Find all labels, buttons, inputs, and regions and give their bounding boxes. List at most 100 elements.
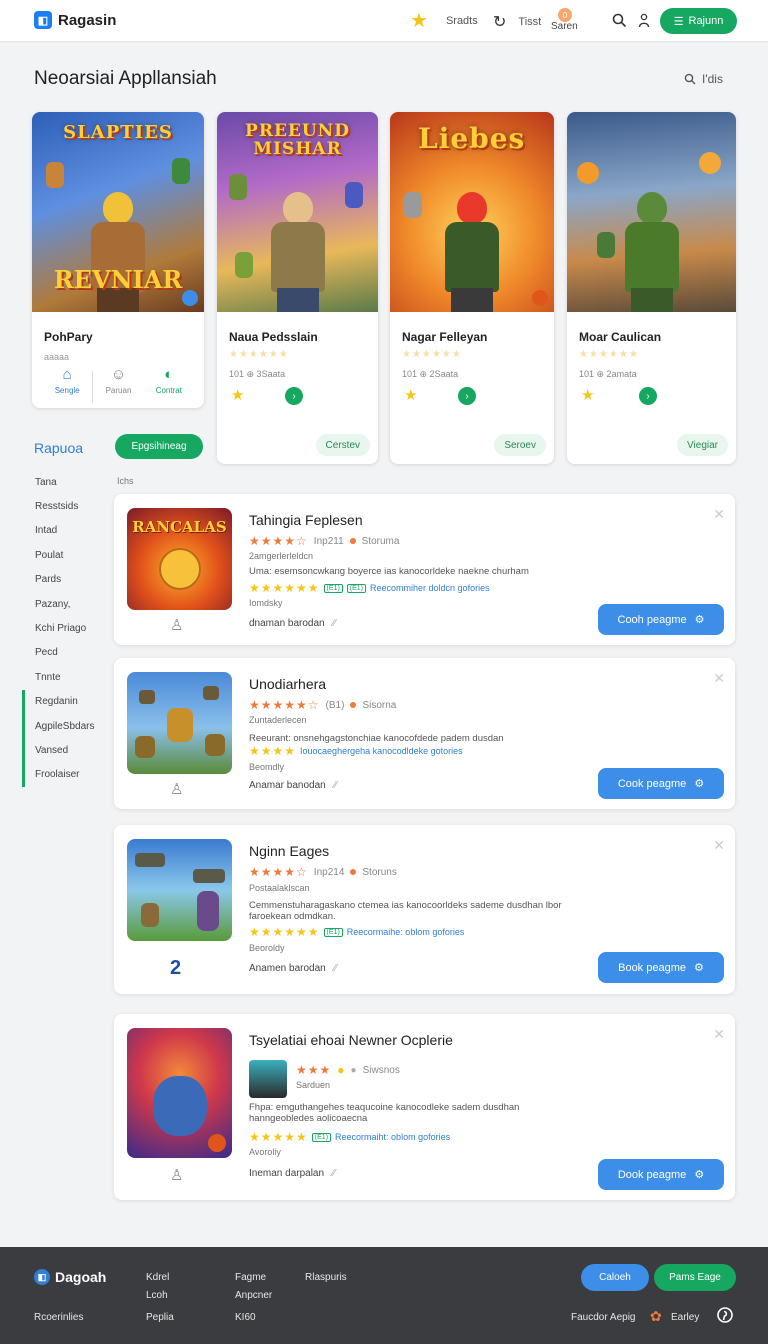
character-figure xyxy=(597,232,615,258)
result-row[interactable]: 2 Nginn Eages ★★★★☆ Inp214 Storuns Posta… xyxy=(114,825,735,994)
art-title: SLAPTIES xyxy=(63,122,173,143)
sidebar-item[interactable]: Intad xyxy=(22,519,112,543)
row-category: Iomdsky xyxy=(249,598,283,608)
result-row[interactable]: ♙ Unodiarhera ★★★★★☆ (B1) Sisorna Zuntad… xyxy=(114,658,735,809)
featured-card[interactable]: PREEUND MISHAR Naua Pedsslain ★★★★★★ 101… xyxy=(217,112,378,464)
row-tag-text[interactable]: Reecommiher doldcn gofories xyxy=(370,583,490,593)
game-thumbnail xyxy=(127,1028,232,1158)
favorite-star-icon[interactable]: ★ xyxy=(231,386,244,404)
aircraft-figure xyxy=(193,869,225,883)
game-meta: 101 ⊕ 2amata xyxy=(579,369,637,379)
footer-link[interactable]: Anpcner xyxy=(235,1290,272,1301)
footer-link[interactable]: Peplia xyxy=(146,1312,174,1323)
hero-figure xyxy=(197,891,219,931)
tab-paruan[interactable]: ☺ Paruan xyxy=(93,367,143,407)
close-icon[interactable]: ✕ xyxy=(713,506,725,523)
footer-logo[interactable]: ◧ Dagoah xyxy=(34,1269,106,1285)
hero-figure xyxy=(617,192,687,312)
sidebar-item-active[interactable]: Vansed xyxy=(22,738,112,763)
footer-link[interactable]: Fagme xyxy=(235,1272,266,1283)
result-row[interactable]: ♙ Tsyelatiai ehoai Newner Ocplerie ★★★ ●… xyxy=(114,1014,735,1200)
notification-badge[interactable]: 0 xyxy=(558,8,572,22)
contrast-icon: ◐ xyxy=(164,366,174,383)
row-description: Fhpa: emguthangehes teaqucoine kanocodle… xyxy=(249,1102,520,1124)
featured-card[interactable]: SLAPTIES REVNIAR PohPary aaaaa ⌂ Sengle … xyxy=(32,112,204,408)
user-icon[interactable] xyxy=(638,13,650,32)
footer-social-label[interactable]: Earley xyxy=(671,1312,699,1323)
sidebar-item-active[interactable]: Regdanin xyxy=(22,689,112,714)
game-art xyxy=(567,112,736,312)
sidebar-item[interactable]: Pecd xyxy=(22,641,112,665)
row-title[interactable]: Nginn Eages xyxy=(249,843,329,859)
row-action-button[interactable]: Book peagme ⚙ xyxy=(598,952,724,983)
art-title: Liebes xyxy=(418,122,526,155)
pinterest-icon[interactable] xyxy=(717,1307,733,1326)
author-name[interactable]: dnaman barodan xyxy=(249,618,325,629)
rajunn-button[interactable]: ☰ Rajunn xyxy=(660,8,737,34)
result-row[interactable]: RANCALAS ♙ Tahingia Feplesen ★★★★☆ Inp21… xyxy=(114,494,735,645)
row-action-button[interactable]: Dook peagme ⚙ xyxy=(598,1159,724,1190)
app-logo[interactable]: ◧ Ragasin xyxy=(34,11,116,29)
footer-link[interactable]: KI60 xyxy=(235,1312,256,1323)
favorite-star-icon[interactable]: ★ xyxy=(404,386,417,404)
nav-tisst[interactable]: ↻ Tisst xyxy=(493,12,541,32)
card-action-pill[interactable]: Cerstev xyxy=(315,434,370,456)
sidebar-item[interactable]: Tnnte xyxy=(22,665,112,689)
tab-sengle[interactable]: ⌂ Sengle xyxy=(42,367,92,407)
sidebar-item-active[interactable]: AgpileSbdars xyxy=(22,713,112,739)
footer-link[interactable]: Kdrel xyxy=(146,1272,169,1283)
author-name[interactable]: Ineman darpalan xyxy=(249,1168,324,1179)
search-icon[interactable] xyxy=(612,13,627,32)
row-tag-text[interactable]: Reecormaiht: oblom gofories xyxy=(335,1132,450,1142)
close-icon[interactable]: ✕ xyxy=(713,1026,725,1043)
sidebar-item[interactable]: Pards xyxy=(22,568,112,592)
sidebar-item[interactable]: Kchi Priago xyxy=(22,616,112,640)
author-name[interactable]: Anamar banodan xyxy=(249,780,326,791)
sidebar-item-active[interactable]: Froolaiser xyxy=(22,762,112,788)
tab-paruan-label: Paruan xyxy=(105,386,132,395)
author-name[interactable]: Anamen barodan xyxy=(249,963,326,974)
card-action-pill[interactable]: Viegiar xyxy=(677,434,728,456)
featured-card[interactable]: Liebes Nagar Felleyan ★★★★★★ 101 ⊕ 2Saat… xyxy=(390,112,554,464)
row-description: Uma: esemsoncwkang boyerce ias kanocorld… xyxy=(249,566,529,577)
footer-link[interactable]: Rcoerinlies xyxy=(34,1312,83,1323)
row-title[interactable]: Tahingia Feplesen xyxy=(249,512,363,528)
footer-link[interactable]: Rlaspuris xyxy=(305,1272,347,1283)
footer-link[interactable]: Lcoh xyxy=(146,1290,168,1301)
row-category: Avoroliy xyxy=(249,1147,281,1157)
row-action-button[interactable]: Cooh peagme ⚙ xyxy=(598,604,724,635)
go-icon[interactable]: › xyxy=(639,387,657,405)
sidebar-item[interactable]: Poulat xyxy=(22,543,112,567)
row-category: Beomdly xyxy=(249,762,285,772)
row-category: Beoroldy xyxy=(249,943,285,953)
sidebar-item[interactable]: Resstsids xyxy=(22,494,112,518)
card-action-pill[interactable]: Seroev xyxy=(494,434,546,456)
flame-icon[interactable]: ✿ xyxy=(650,1308,662,1325)
close-icon[interactable]: ✕ xyxy=(713,670,725,687)
featured-card[interactable]: Moar Caulican ★★★★★★ 101 ⊕ 2amata ★ › Vi… xyxy=(567,112,736,464)
sidebar-item[interactable]: Tana xyxy=(22,470,112,494)
go-icon[interactable]: › xyxy=(458,387,476,405)
row-title[interactable]: Unodiarhera xyxy=(249,676,326,692)
footer-secondary-button[interactable]: Pams Eage xyxy=(654,1264,736,1291)
row-tag-text[interactable]: Iouocaeghergeha kanocodldeke gotories xyxy=(300,746,463,756)
user-icon: ♙ xyxy=(170,781,184,798)
nav-tisst-label: Tisst xyxy=(518,16,542,28)
nav-sradts[interactable]: ★ Sradts xyxy=(410,11,478,31)
row-button-label: Book peagme xyxy=(618,961,686,974)
close-icon[interactable]: ✕ xyxy=(713,837,725,854)
footer-primary-button[interactable]: Caloeh xyxy=(581,1264,649,1291)
sidebar-item[interactable]: Pazany, xyxy=(22,592,112,616)
top-bar: ◧ Ragasin ★ Sradts ↻ Tisst 0 Saren ☰ Raj… xyxy=(0,0,768,42)
row-title[interactable]: Tsyelatiai ehoai Newner Ocplerie xyxy=(249,1032,453,1048)
logo-icon: ◧ xyxy=(34,1269,50,1285)
favorite-star-icon[interactable]: ★ xyxy=(581,386,594,404)
row-tag-text[interactable]: Reecormaihe: oblom gofories xyxy=(347,927,465,937)
filter-control[interactable]: I'dis xyxy=(684,72,723,86)
row-tags: ★★★★★★ (E1) Reecormaihe: oblom gofories xyxy=(249,925,464,939)
sidebar-action-button[interactable]: Epgsihineag xyxy=(115,434,203,459)
rating-stars: ★★★★★★ xyxy=(579,349,639,360)
row-action-button[interactable]: Cook peagme ⚙ xyxy=(598,768,724,799)
go-icon[interactable]: › xyxy=(285,387,303,405)
tab-contrat[interactable]: ◐ Contrat xyxy=(144,367,194,407)
